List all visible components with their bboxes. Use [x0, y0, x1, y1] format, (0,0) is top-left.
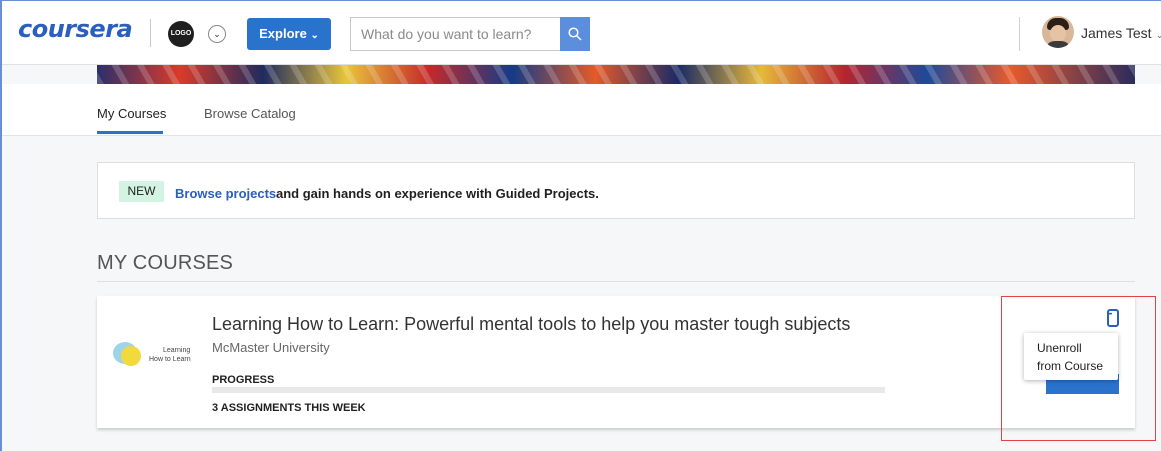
assignments-this-week: 3 ASSIGNMENTS THIS WEEK: [212, 402, 366, 414]
header-divider-right: [1019, 17, 1020, 51]
progress-label: PROGRESS: [212, 374, 275, 386]
chevron-down-icon: ⌄: [310, 30, 319, 41]
annotation-highlight-box: [1001, 296, 1156, 441]
explore-label: Explore: [259, 26, 307, 41]
explore-button[interactable]: Explore ⌄: [247, 18, 331, 50]
course-card[interactable]: Learning How to Learn Learning How to Le…: [97, 296, 1135, 428]
progress-bar: [212, 387, 885, 393]
tab-browse-catalog[interactable]: Browse Catalog: [204, 106, 296, 121]
avatar[interactable]: [1042, 16, 1074, 48]
coursera-logo[interactable]: coursera: [18, 15, 133, 43]
search-input[interactable]: [350, 17, 560, 51]
course-university: McMaster University: [212, 340, 330, 355]
browse-projects-link[interactable]: Browse projects: [175, 186, 276, 201]
search-button[interactable]: [560, 17, 590, 51]
guided-projects-notice: NEW Browse projects and gain hands on ex…: [97, 162, 1135, 219]
course-thumbnail[interactable]: Learning How to Learn: [113, 338, 197, 372]
section-divider: [97, 281, 1135, 282]
user-menu[interactable]: James Test ⌄: [1081, 25, 1161, 41]
notice-text: and gain hands on experience with Guided…: [276, 186, 599, 201]
org-switcher-chevron-icon[interactable]: ⌄: [208, 25, 226, 43]
top-header: coursera LOGO ⌄ Explore ⌄ James Test ⌄: [2, 1, 1161, 65]
active-tab-indicator: [97, 131, 163, 134]
header-divider: [150, 19, 151, 47]
org-logo[interactable]: LOGO: [168, 21, 194, 47]
thumbnail-text-line1: Learning: [163, 347, 191, 354]
search-icon: [568, 27, 582, 41]
new-badge: NEW: [119, 181, 164, 202]
section-title: MY COURSES: [97, 252, 234, 274]
tab-my-courses[interactable]: My Courses: [97, 106, 166, 121]
user-name: James Test: [1081, 25, 1152, 41]
tabs-bar: My Courses Browse Catalog: [2, 84, 1161, 136]
page-frame: coursera LOGO ⌄ Explore ⌄ James Test ⌄ M…: [0, 0, 1161, 451]
course-title[interactable]: Learning How to Learn: Powerful mental t…: [212, 314, 850, 335]
thumbnail-text-line2: How to Learn: [149, 356, 191, 363]
hero-banner-image: [97, 65, 1135, 84]
chevron-down-icon: ⌄: [1155, 30, 1161, 41]
